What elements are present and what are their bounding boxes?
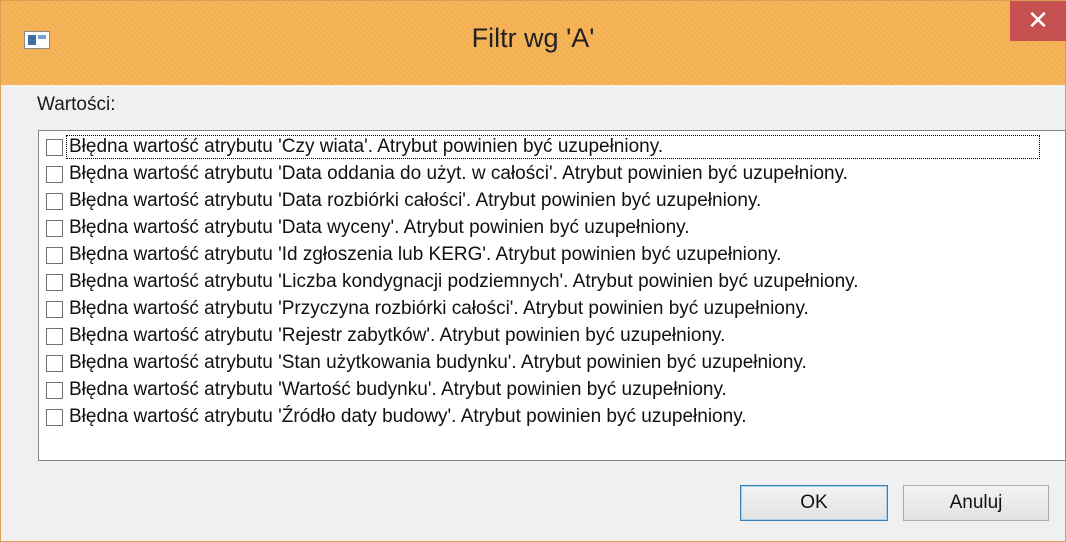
- cancel-button[interactable]: Anuluj: [903, 485, 1049, 521]
- values-label: Wartości:: [37, 94, 116, 115]
- ok-button[interactable]: OK: [740, 485, 888, 521]
- item-checkbox[interactable]: [46, 246, 63, 264]
- list-item-label: Błędna wartość atrybutu 'Data oddania do…: [69, 163, 848, 184]
- item-checkbox[interactable]: [46, 138, 63, 156]
- list-item-label: Błędna wartość atrybutu 'Liczba kondygna…: [69, 271, 859, 292]
- close-button[interactable]: ✕: [1010, 1, 1066, 41]
- list-item-label: Błędna wartość atrybutu 'Źródło daty bud…: [69, 406, 747, 427]
- list-item-label: Błędna wartość atrybutu 'Wartość budynku…: [69, 379, 727, 400]
- values-checklist[interactable]: Błędna wartość atrybutu 'Czy wiata'. Atr…: [38, 130, 1066, 461]
- item-checkbox[interactable]: [46, 381, 63, 399]
- list-item[interactable]: Błędna wartość atrybutu 'Stan użytkowani…: [46, 351, 809, 375]
- list-item[interactable]: Błędna wartość atrybutu 'Wartość budynku…: [46, 378, 729, 402]
- list-item-label: Błędna wartość atrybutu 'Data wyceny'. A…: [69, 217, 690, 238]
- list-item-label: Błędna wartość atrybutu 'Data rozbiórki …: [69, 190, 762, 211]
- list-item[interactable]: Błędna wartość atrybutu 'Data oddania do…: [46, 162, 850, 186]
- list-item[interactable]: Błędna wartość atrybutu 'Przyczyna rozbi…: [46, 297, 811, 321]
- list-item[interactable]: Błędna wartość atrybutu 'Źródło daty bud…: [46, 405, 749, 429]
- list-item-label: Błędna wartość atrybutu 'Czy wiata'. Atr…: [66, 135, 1040, 159]
- item-checkbox[interactable]: [46, 408, 63, 426]
- item-checkbox[interactable]: [46, 273, 63, 291]
- list-item-label: Błędna wartość atrybutu 'Rejestr zabytkó…: [69, 325, 726, 346]
- filter-dialog: Filtr wg 'A' ✕ Wartości: Błędna wartość …: [0, 0, 1066, 542]
- item-checkbox[interactable]: [46, 192, 63, 210]
- item-checkbox[interactable]: [46, 354, 63, 372]
- list-item-label: Błędna wartość atrybutu 'Przyczyna rozbi…: [69, 298, 809, 319]
- list-item[interactable]: Błędna wartość atrybutu 'Data rozbiórki …: [46, 189, 763, 213]
- dialog-title: Filtr wg 'A': [471, 23, 595, 53]
- list-item[interactable]: Błędna wartość atrybutu 'Rejestr zabytkó…: [46, 324, 727, 348]
- list-item[interactable]: Błędna wartość atrybutu 'Data wyceny'. A…: [46, 216, 692, 240]
- title-bar[interactable]: Filtr wg 'A' ✕: [1, 1, 1066, 85]
- list-item-label: Błędna wartość atrybutu 'Stan użytkowani…: [69, 352, 807, 373]
- list-item[interactable]: Błędna wartość atrybutu 'Id zgłoszenia l…: [46, 243, 783, 267]
- item-checkbox[interactable]: [46, 327, 63, 345]
- item-checkbox[interactable]: [46, 300, 63, 318]
- item-checkbox[interactable]: [46, 219, 63, 237]
- close-icon: ✕: [1027, 5, 1049, 35]
- list-item[interactable]: Błędna wartość atrybutu 'Czy wiata'. Atr…: [46, 135, 1040, 159]
- item-checkbox[interactable]: [46, 165, 63, 183]
- list-item[interactable]: Błędna wartość atrybutu 'Liczba kondygna…: [46, 270, 861, 294]
- list-item-label: Błędna wartość atrybutu 'Id zgłoszenia l…: [69, 244, 782, 265]
